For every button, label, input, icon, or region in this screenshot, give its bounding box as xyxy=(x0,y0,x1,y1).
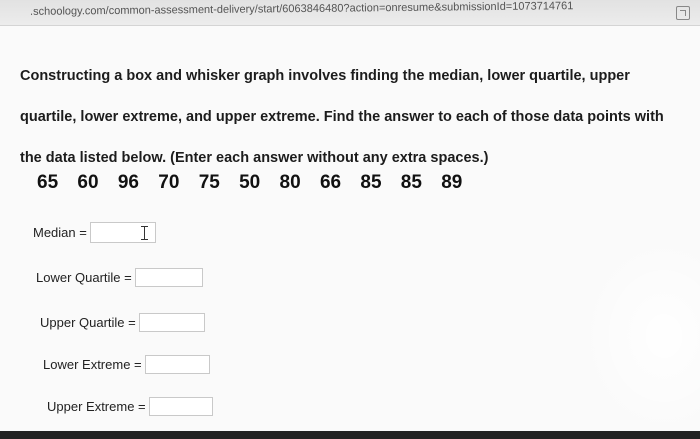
data-value: 85 xyxy=(360,172,382,193)
assessment-content: Constructing a box and whisker graph inv… xyxy=(0,26,700,436)
data-set: 65 60 96 70 75 50 80 66 85 85 89 xyxy=(37,172,476,194)
data-value: 60 xyxy=(77,172,99,193)
lower-extreme-row: Lower Extreme = xyxy=(43,355,210,374)
lower-extreme-label: Lower Extreme = xyxy=(43,357,142,372)
question-text: Constructing a box and whisker graph inv… xyxy=(20,56,664,179)
upper-quartile-label: Upper Quartile = xyxy=(40,315,136,330)
data-value: 70 xyxy=(158,172,180,193)
lower-extreme-input[interactable] xyxy=(144,355,210,374)
median-row: Median = xyxy=(33,222,156,243)
data-value: 96 xyxy=(117,172,139,193)
lower-quartile-row: Lower Quartile = xyxy=(36,268,203,287)
lower-quartile-label: Lower Quartile = xyxy=(36,270,132,285)
data-value: 65 xyxy=(37,172,59,193)
data-value: 80 xyxy=(279,172,301,193)
browser-address-bar[interactable]: .schoology.com/common-assessment-deliver… xyxy=(0,0,700,26)
question-line-1: Constructing a box and whisker graph inv… xyxy=(20,68,630,84)
url-text[interactable]: .schoology.com/common-assessment-deliver… xyxy=(30,0,573,18)
upper-quartile-row: Upper Quartile = xyxy=(40,313,205,332)
external-link-icon[interactable] xyxy=(676,6,690,20)
upper-quartile-input[interactable] xyxy=(138,313,205,332)
data-value: 75 xyxy=(198,172,220,193)
data-value: 50 xyxy=(239,172,261,193)
upper-extreme-label: Upper Extreme = xyxy=(47,399,146,414)
median-label: Median = xyxy=(33,225,87,240)
text-cursor-icon xyxy=(141,226,149,240)
data-value: 89 xyxy=(441,172,463,193)
data-value: 66 xyxy=(319,172,342,193)
screen-bezel xyxy=(0,431,700,439)
lower-quartile-input[interactable] xyxy=(134,268,203,287)
question-line-2: quartile, lower extreme, and upper extre… xyxy=(20,109,664,125)
screen-glare xyxy=(580,236,700,436)
data-value: 85 xyxy=(400,172,422,193)
upper-extreme-input[interactable] xyxy=(148,397,213,416)
upper-extreme-row: Upper Extreme = xyxy=(47,397,213,416)
